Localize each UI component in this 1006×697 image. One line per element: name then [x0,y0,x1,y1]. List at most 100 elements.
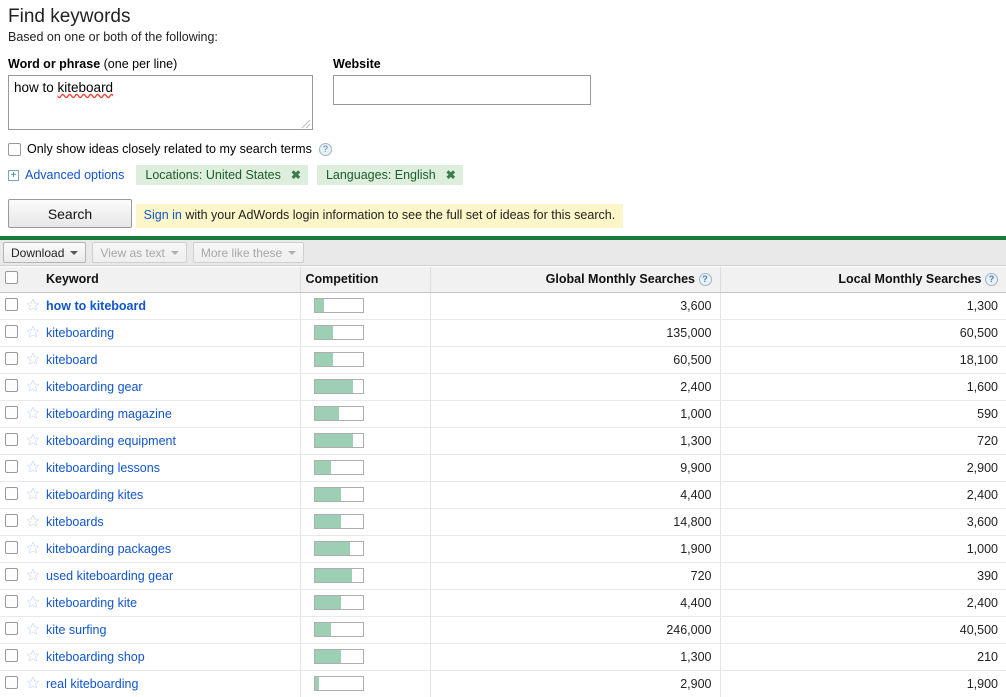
keyword-link[interactable]: kiteboarding kite [46,596,137,610]
keyword-link[interactable]: kiteboarding shop [46,650,145,664]
keyword-link[interactable]: kiteboarding [46,326,114,340]
closely-related-checkbox[interactable] [8,142,21,156]
row-checkbox[interactable] [5,567,18,581]
star-icon[interactable]: ★ [22,325,44,340]
star-icon[interactable]: ★ [22,568,44,583]
row-checkbox-cell [0,427,22,455]
keyword-textarea-text: how to kiteboard [14,80,113,96]
row-checkbox[interactable] [5,621,18,635]
row-checkbox-cell [0,400,22,428]
question-mark-icon[interactable]: ? [985,273,998,287]
row-checkbox[interactable] [5,459,18,473]
row-checkbox[interactable] [5,648,18,662]
local-monthly-searches-header[interactable]: Local Monthly Searches ? [719,267,1006,293]
row-star-cell: ★ [22,454,44,482]
keyword-link[interactable]: kiteboarding magazine [46,407,172,421]
question-mark-icon[interactable]: ? [698,273,712,287]
row-competition-cell [299,481,430,509]
star-icon[interactable]: ★ [22,379,44,394]
row-competition-cell [299,643,430,671]
sign-in-link[interactable]: Sign in [144,208,182,222]
resize-grip-icon[interactable] [301,119,311,129]
keyword-link[interactable]: kite surfing [46,623,106,637]
keyword-link[interactable]: kiteboard [46,353,97,367]
sign-in-banner: Sign in with your AdWords login informat… [135,203,624,228]
row-checkbox[interactable] [5,297,18,311]
plus-box-icon[interactable]: + [8,169,19,181]
sign-in-banner-text: with your AdWords login information to s… [181,207,616,222]
row-checkbox-cell [0,589,22,617]
chip-locations-remove-icon[interactable]: ✖ [291,168,301,182]
star-icon[interactable]: ★ [22,298,44,313]
row-keyword-cell: kiteboarding shop [44,643,300,671]
row-checkbox[interactable] [5,513,18,527]
star-icon[interactable]: ★ [22,352,44,367]
row-competition-cell [299,454,430,482]
table-body: ★ how to kiteboard 3,600 1,300 ★ kiteboarding… [0,292,1006,697]
row-checkbox[interactable] [5,378,18,392]
row-competition-cell [299,562,430,590]
keyword-link[interactable]: kiteboarding equipment [46,434,176,448]
competition-header[interactable]: Competition [299,267,430,293]
keyword-link[interactable]: used kiteboarding gear [46,569,173,583]
row-competition-cell [299,427,430,455]
search-button[interactable]: Search [8,199,132,228]
keyword-link[interactable]: kiteboards [46,515,104,529]
chip-languages[interactable]: Languages: English ✖ [316,165,463,185]
select-all-checkbox[interactable] [5,271,18,285]
website-field-label: Website [333,57,591,71]
keyword-link[interactable]: kiteboarding lessons [46,461,160,475]
keyword-link[interactable]: kiteboarding gear [46,380,143,394]
keyword-header[interactable]: Keyword [44,267,300,293]
row-checkbox[interactable] [5,594,18,608]
star-icon[interactable]: ★ [22,649,44,664]
star-icon[interactable]: ★ [22,541,44,556]
row-global-searches-cell: 60,500 [429,346,720,374]
star-icon[interactable]: ★ [22,460,44,475]
star-icon[interactable]: ★ [22,406,44,421]
row-checkbox[interactable] [5,351,18,365]
chip-languages-remove-icon[interactable]: ✖ [446,168,456,182]
row-local-searches-cell: 720 [719,427,1006,455]
row-keyword-cell: kiteboarding kites [44,481,300,509]
row-checkbox[interactable] [5,324,18,338]
chip-locations[interactable]: Locations: United States ✖ [136,165,308,185]
row-star-cell: ★ [22,562,44,590]
table-row: ★ how to kiteboard 3,600 1,300 [0,292,1006,320]
view-as-text-button[interactable]: View as text [92,242,187,263]
keyword-link[interactable]: real kiteboarding [46,677,138,691]
row-competition-cell [299,373,430,401]
global-monthly-searches-header[interactable]: Global Monthly Searches ? [429,267,720,293]
row-checkbox[interactable] [5,432,18,446]
row-checkbox[interactable] [5,675,18,689]
page-subtitle: Based on one or both of the following: [8,30,218,44]
advanced-options-link[interactable]: Advanced options [25,168,124,182]
star-icon[interactable]: ★ [22,433,44,448]
star-icon[interactable]: ★ [22,676,44,691]
competition-bar [313,514,364,529]
page-title: Find keywords [8,6,131,27]
table-row: ★ real kiteboarding 2,900 1,900 [0,670,1006,697]
keyword-link[interactable]: kiteboarding kites [46,488,143,502]
row-checkbox-cell [0,562,22,590]
question-mark-icon[interactable]: ? [318,142,332,156]
row-global-searches-cell: 2,900 [429,670,720,697]
star-icon[interactable]: ★ [22,595,44,610]
keyword-link[interactable]: how to kiteboard [46,299,146,313]
more-like-these-button[interactable]: More like these [192,242,305,263]
star-icon[interactable]: ★ [22,622,44,637]
competition-bar [313,487,364,502]
row-keyword-cell: kiteboards [44,508,300,536]
row-checkbox[interactable] [5,405,18,419]
row-checkbox[interactable] [5,486,18,500]
row-checkbox[interactable] [5,540,18,554]
table-header-row: Keyword Competition Global Monthly Searc… [0,267,1006,293]
star-icon[interactable]: ★ [22,487,44,502]
star-icon[interactable]: ★ [22,514,44,529]
row-competition-cell [299,535,430,563]
search-panel: Find keywords Based on one or both of th… [0,0,1006,228]
download-button[interactable]: Download [3,242,87,263]
row-keyword-cell: kiteboarding equipment [44,427,300,455]
keyword-link[interactable]: kiteboarding packages [46,542,171,556]
website-input[interactable] [333,75,591,105]
